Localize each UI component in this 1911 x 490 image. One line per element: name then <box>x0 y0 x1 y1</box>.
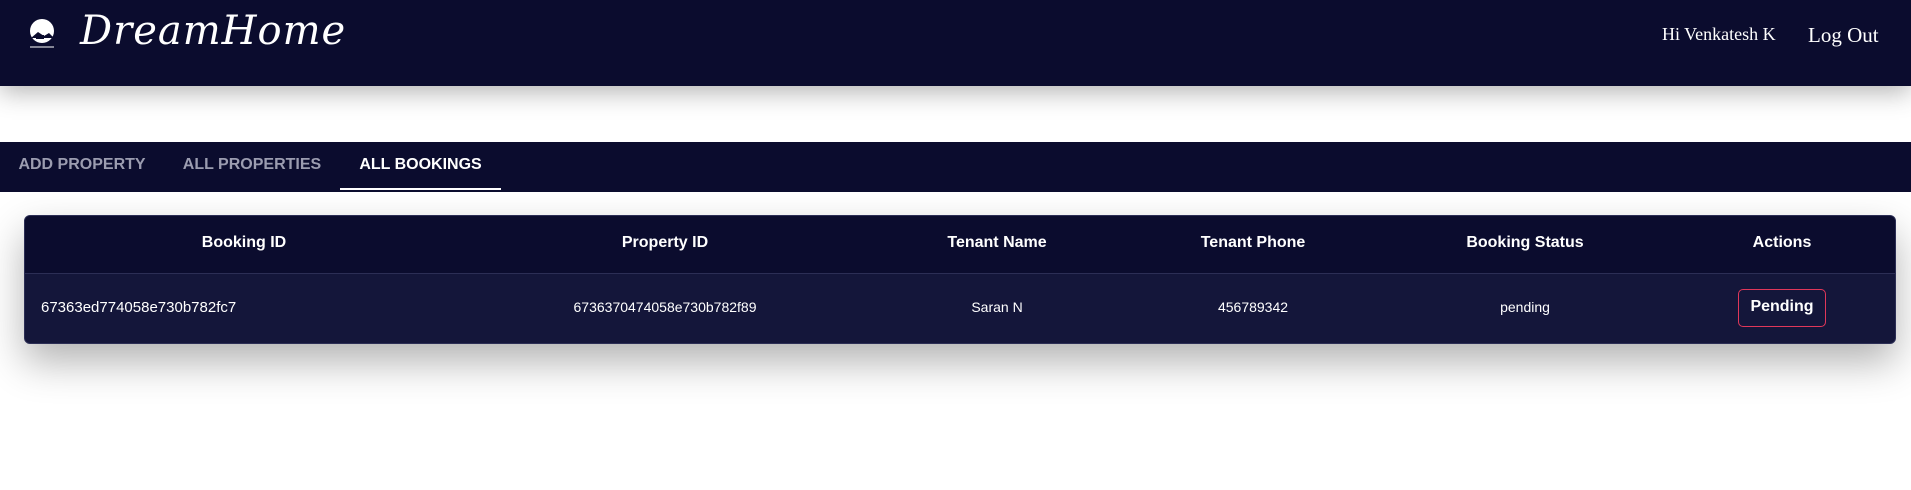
tenant-name-cell: Saran N <box>971 299 1023 315</box>
column-header-tenant-phone: Tenant Phone <box>1200 234 1306 251</box>
tab-all-bookings[interactable]: ALL BOOKINGS <box>340 142 501 190</box>
logout-link[interactable]: Log Out <box>1808 23 1879 48</box>
column-header-booking-status: Booking Status <box>1466 234 1584 251</box>
tab-bar: ADD PROPERTY ALL PROPERTIES ALL BOOKINGS <box>0 142 1911 192</box>
booking-status-cell: pending <box>1500 299 1550 315</box>
pending-action-button[interactable]: Pending <box>1738 289 1826 327</box>
tenant-phone-cell: 456789342 <box>1217 299 1289 315</box>
brand-logo-text[interactable]: DreamHome <box>80 8 346 54</box>
column-header-actions: Actions <box>1752 234 1812 251</box>
top-navbar: DreamHome Hi Venkatesh K Log Out <box>0 0 1911 86</box>
column-header-property-id: Property ID <box>621 234 709 251</box>
tab-add-property[interactable]: ADD PROPERTY <box>0 142 164 190</box>
bookings-table: Booking ID Property ID Tenant Name Tenan… <box>24 215 1896 344</box>
property-id-cell: 6736370474058e730b782f89 <box>573 299 757 315</box>
tab-all-properties[interactable]: ALL PROPERTIES <box>164 142 340 190</box>
user-greeting: Hi Venkatesh K <box>1662 24 1776 44</box>
column-header-booking-id: Booking ID <box>201 234 287 251</box>
house-moon-logo-icon[interactable] <box>26 16 58 52</box>
column-header-tenant-name: Tenant Name <box>947 234 1047 251</box>
booking-id-cell: 67363ed774058e730b782fc7 <box>41 299 237 316</box>
